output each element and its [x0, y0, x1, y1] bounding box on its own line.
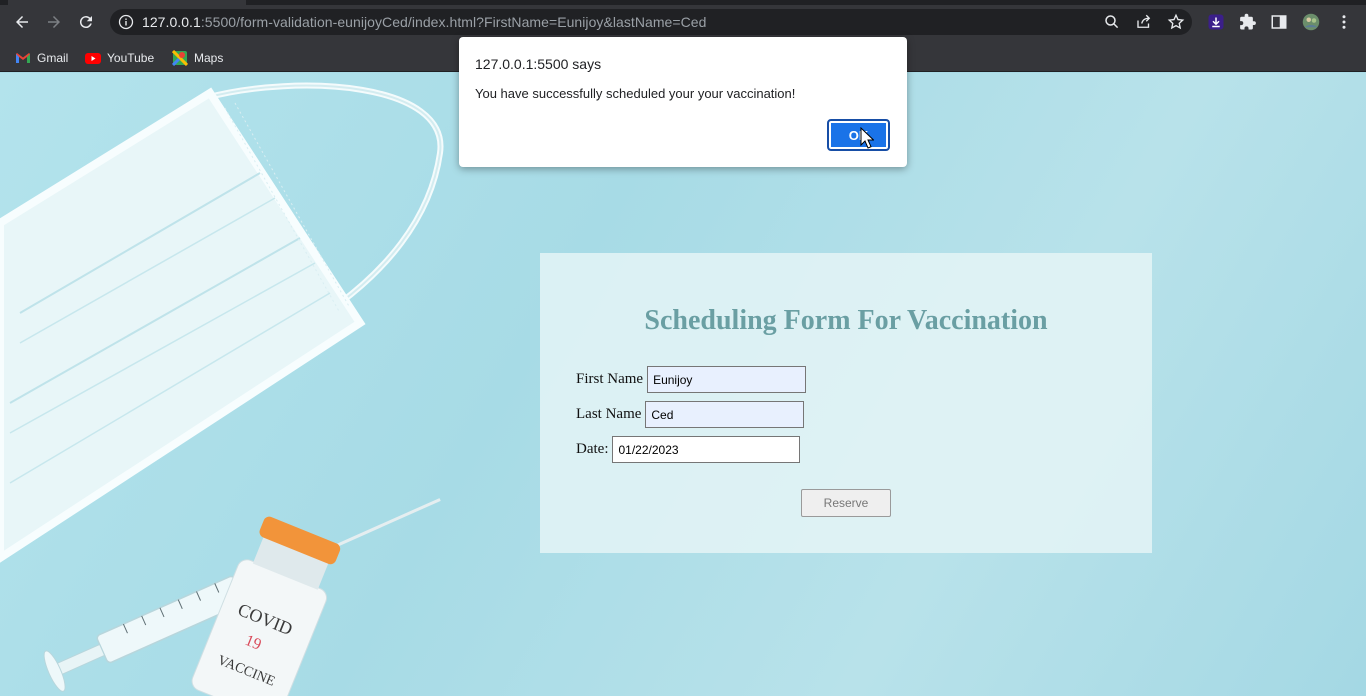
last-name-row: Last Name — [576, 401, 805, 428]
youtube-icon — [85, 53, 101, 64]
download-icon — [1208, 14, 1224, 30]
maps-icon — [172, 50, 188, 66]
url-path: :5500/form-validation-eunijoyCed/index.h… — [200, 14, 707, 30]
puzzle-icon — [1240, 13, 1256, 30]
zoom-button[interactable] — [1103, 13, 1121, 31]
ok-button[interactable]: OK — [827, 119, 890, 151]
tab-strip — [0, 0, 1366, 5]
bookmark-youtube[interactable]: YouTube — [85, 48, 154, 68]
first-name-label: First Name — [576, 371, 644, 387]
first-name-row: First Name — [576, 366, 807, 393]
forward-button[interactable] — [42, 10, 66, 34]
date-row: Date: — [576, 436, 801, 463]
extensions-button[interactable] — [1238, 12, 1258, 32]
url-text[interactable]: 127.0.0.1:5500/form-validation-eunijoyCe… — [142, 14, 706, 30]
info-icon[interactable] — [118, 14, 134, 30]
arrow-right-icon — [48, 16, 60, 28]
magnifier-icon — [1105, 15, 1119, 29]
active-tab[interactable] — [8, 0, 246, 5]
address-bar[interactable]: 127.0.0.1:5500/form-validation-eunijoyCe… — [110, 9, 1192, 35]
dialog-title: 127.0.0.1:5500 says — [475, 56, 602, 72]
bookmark-gmail[interactable]: Gmail — [15, 48, 68, 68]
last-name-input[interactable] — [645, 401, 805, 428]
star-icon — [1167, 13, 1185, 30]
side-panel-button[interactable] — [1269, 12, 1289, 32]
download-button[interactable] — [1206, 12, 1226, 32]
bookmark-maps[interactable]: Maps — [172, 48, 223, 68]
share-icon — [1137, 14, 1151, 28]
menu-button[interactable] — [1334, 12, 1354, 32]
gmail-icon — [16, 53, 30, 63]
date-label: Date: — [576, 441, 609, 457]
first-name-input[interactable] — [647, 366, 807, 393]
url-host: 127.0.0.1 — [142, 14, 201, 30]
bookmark-label: Gmail — [37, 51, 69, 65]
bookmark-star-button[interactable] — [1167, 13, 1185, 31]
avatar — [1302, 13, 1320, 31]
profile-button[interactable] — [1301, 12, 1321, 32]
form-title: Scheduling Form For Vaccination — [644, 305, 1048, 336]
side-panel-icon — [1271, 15, 1287, 29]
scheduling-form: Scheduling Form For Vaccination First Na… — [540, 253, 1152, 553]
reload-icon — [79, 16, 92, 29]
alert-dialog: 127.0.0.1:5500 says You have successfull… — [459, 37, 907, 167]
reload-button[interactable] — [74, 10, 98, 34]
date-input[interactable] — [612, 436, 801, 463]
share-button[interactable] — [1135, 13, 1153, 31]
last-name-label: Last Name — [576, 406, 642, 422]
arrow-left-icon — [16, 16, 28, 28]
more-vertical-icon — [1342, 15, 1346, 29]
back-button[interactable] — [10, 10, 34, 34]
reserve-button[interactable]: Reserve — [801, 489, 891, 517]
mask-and-vaccine-image: COVID 19 VACCINE — [0, 82, 444, 696]
dialog-message: You have successfully scheduled your you… — [475, 86, 796, 101]
bookmark-label: YouTube — [107, 51, 155, 65]
mouse-cursor-icon — [860, 127, 874, 149]
bookmark-label: Maps — [194, 51, 224, 65]
